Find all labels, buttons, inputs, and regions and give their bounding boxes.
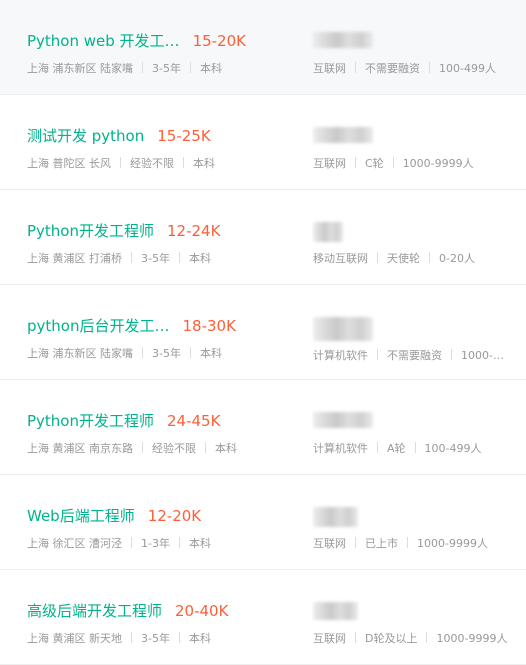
job-location: 上海 徐汇区 漕河泾 — [27, 537, 122, 550]
divider — [355, 537, 356, 548]
company-industry: 互联网 — [313, 632, 346, 645]
company-logo-blurred[interactable] — [313, 412, 373, 428]
company-industry: 互联网 — [313, 62, 346, 75]
company-logo-blurred[interactable] — [313, 222, 343, 242]
company-stage: D轮及以上 — [365, 632, 418, 645]
company-industry: 互联网 — [313, 157, 346, 170]
divider — [120, 157, 121, 168]
job-location: 上海 浦东新区 陆家嘴 — [27, 62, 133, 75]
job-experience: 3-5年 — [141, 252, 170, 265]
company-size: 1000-9999人 — [417, 537, 488, 550]
company-size: 1000-9999人 — [402, 157, 474, 170]
job-card[interactable]: Python web 开发工… 15-20K 上海 浦东新区 陆家嘴 3-5年 本科… — [0, 0, 526, 95]
divider — [142, 442, 143, 453]
company-stage: 不需要融资 — [365, 62, 420, 75]
job-experience: 经验不限 — [152, 442, 196, 455]
company-stage: 已上市 — [365, 537, 398, 550]
divider — [392, 157, 394, 168]
job-title-link[interactable]: python后台开发工… — [27, 315, 169, 336]
job-experience: 3-5年 — [141, 632, 170, 645]
job-title-link[interactable]: 高级后端开发工程师 — [27, 600, 162, 621]
job-experience: 3-5年 — [152, 62, 181, 75]
job-education: 本科 — [188, 252, 211, 265]
job-card[interactable]: Web后端工程师 12-20K 上海 徐汇区 漕河泾 1-3年 本科 互联网 已上市 1… — [0, 475, 526, 570]
divider — [377, 349, 378, 360]
salary: 12-20K — [147, 507, 202, 525]
job-card[interactable]: Python开发工程师 12-24K 上海 黄浦区 打浦桥 3-5年 本科 移动互联… — [0, 190, 526, 285]
company-size: 100-499人 — [424, 442, 482, 455]
job-location: 上海 浦东新区 陆家嘴 — [27, 347, 133, 360]
company-stage: C轮 — [365, 157, 384, 170]
job-education: 本科 — [199, 347, 222, 360]
company-logo-blurred[interactable] — [313, 127, 373, 143]
divider — [131, 632, 132, 643]
salary: 12-24K — [167, 222, 221, 240]
company-size: 0-20人 — [439, 252, 475, 265]
divider — [377, 442, 378, 453]
divider — [142, 62, 143, 73]
divider — [131, 537, 132, 548]
company-size: 1000-… — [461, 349, 504, 362]
job-title-link[interactable]: Python开发工程师 — [27, 220, 154, 241]
divider — [189, 347, 191, 358]
divider — [355, 632, 356, 643]
divider — [189, 62, 191, 73]
company-size: 1000-9999人 — [436, 632, 508, 645]
divider — [407, 537, 408, 548]
company-industry: 互联网 — [313, 537, 346, 550]
job-experience: 经验不限 — [130, 157, 174, 170]
divider — [451, 349, 452, 360]
divider — [178, 537, 180, 548]
job-education: 本科 — [199, 62, 222, 75]
salary: 18-30K — [182, 317, 236, 335]
job-card[interactable]: 测试开发 python 15-25K 上海 普陀区 长风 经验不限 本科 互联网 C轮… — [0, 95, 526, 190]
divider — [429, 62, 430, 73]
divider — [178, 632, 180, 643]
salary: 20-40K — [175, 602, 229, 620]
divider — [142, 347, 143, 358]
divider — [429, 252, 430, 263]
job-experience: 1-3年 — [141, 537, 170, 550]
company-logo-blurred[interactable] — [313, 507, 358, 527]
divider — [355, 157, 356, 168]
job-list: Python web 开发工… 15-20K 上海 浦东新区 陆家嘴 3-5年 本科… — [0, 0, 526, 665]
salary: 24-45K — [167, 412, 221, 430]
job-education: 本科 — [188, 632, 211, 645]
divider — [131, 252, 132, 263]
job-location: 上海 黄浦区 打浦桥 — [27, 252, 122, 265]
company-stage: A轮 — [387, 442, 406, 455]
job-title-link[interactable]: Python web 开发工… — [27, 30, 180, 51]
company-logo-blurred[interactable] — [313, 602, 358, 620]
company-logo-blurred[interactable] — [313, 317, 373, 341]
job-title-link[interactable]: Web后端工程师 — [27, 505, 135, 526]
divider — [205, 442, 206, 453]
company-logo-blurred[interactable] — [313, 32, 373, 48]
company-stage: 不需要融资 — [387, 349, 442, 362]
job-title-link[interactable]: Python开发工程师 — [27, 410, 154, 431]
salary: 15-25K — [157, 127, 211, 145]
salary: 15-20K — [192, 32, 246, 50]
job-card[interactable]: Python开发工程师 24-45K 上海 黄浦区 南京东路 经验不限 本科 计算机… — [0, 380, 526, 475]
job-card[interactable]: python后台开发工… 18-30K 上海 浦东新区 陆家嘴 3-5年 本科 计算… — [0, 285, 526, 380]
job-location: 上海 黄浦区 南京东路 — [27, 442, 133, 455]
company-stage: 天使轮 — [387, 252, 420, 265]
divider — [183, 157, 184, 168]
divider — [178, 252, 180, 263]
job-education: 本科 — [215, 442, 237, 455]
job-education: 本科 — [193, 157, 215, 170]
job-experience: 3-5年 — [152, 347, 181, 360]
divider — [414, 442, 416, 453]
job-card[interactable]: 高级后端开发工程师 20-40K 上海 黄浦区 新天地 3-5年 本科 互联网 D轮及… — [0, 570, 526, 665]
job-location: 上海 普陀区 长风 — [27, 157, 111, 170]
job-education: 本科 — [188, 537, 211, 550]
company-industry: 移动互联网 — [313, 252, 368, 265]
job-location: 上海 黄浦区 新天地 — [27, 632, 122, 645]
company-industry: 计算机软件 — [313, 442, 368, 455]
job-title-link[interactable]: 测试开发 python — [27, 125, 144, 146]
divider — [355, 62, 356, 73]
divider — [426, 632, 428, 643]
company-industry: 计算机软件 — [313, 349, 368, 362]
company-size: 100-499人 — [439, 62, 496, 75]
divider — [377, 252, 378, 263]
